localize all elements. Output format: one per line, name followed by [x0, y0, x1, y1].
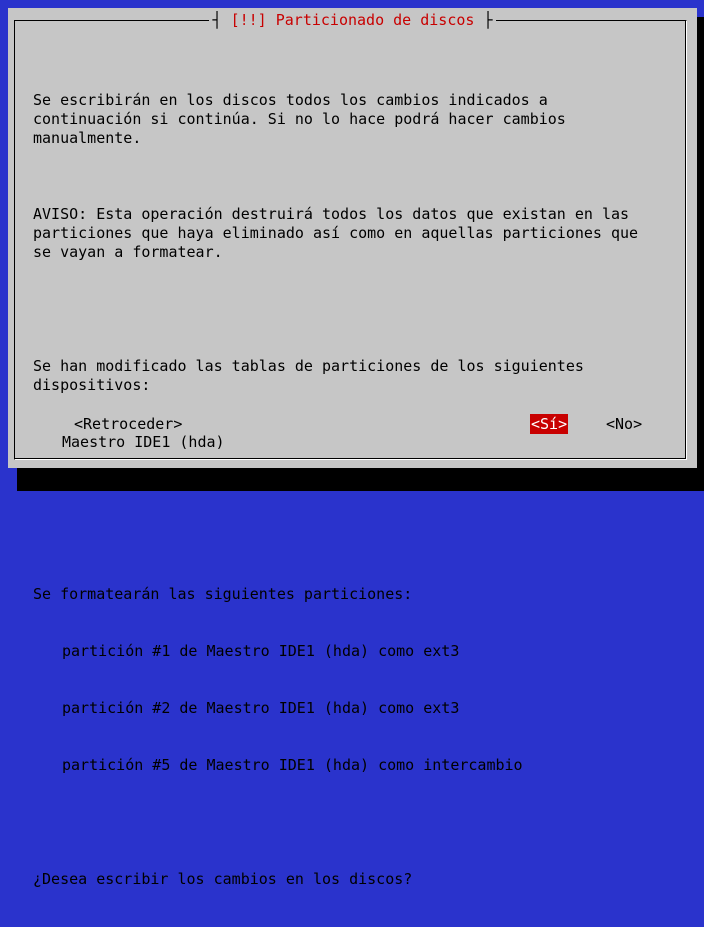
- partition-item: partición #2 de Maestro IDE1 (hda) como …: [62, 699, 460, 717]
- go-back-button[interactable]: <Retroceder>: [74, 414, 182, 434]
- partition-item: partición #1 de Maestro IDE1 (hda) como …: [62, 642, 460, 660]
- format-partitions-intro: Se formatearán las siguientes particione…: [33, 585, 413, 603]
- warning-paragraph: AVISO: Esta operación destruirá todos lo…: [33, 205, 639, 261]
- button-bar: <Retroceder> <Sí> <No>: [8, 414, 697, 434]
- modified-tables-section: Se han modificado las tablas de particio…: [33, 319, 683, 490]
- modified-tables-intro: Se han modificado las tablas de particio…: [33, 357, 584, 394]
- dialog-title-text: [!!] Particionado de discos: [230, 11, 475, 29]
- yes-button[interactable]: <Sí>: [530, 414, 569, 434]
- confirmation-question: ¿Desea escribir los cambios en los disco…: [33, 870, 413, 888]
- no-button[interactable]: <No>: [606, 414, 642, 434]
- dialog-body: Se escribirán en los discos todos los ca…: [33, 53, 683, 927]
- partition-item: partición #5 de Maestro IDE1 (hda) como …: [62, 756, 523, 774]
- format-partitions-section: Se formatearán las siguientes particione…: [33, 547, 683, 813]
- dialog-title: ┤ [!!] Particionado de discos ├: [208, 10, 497, 30]
- device-item: Maestro IDE1 (hda): [62, 433, 225, 451]
- installer-screen: ┤ [!!] Particionado de discos ├ Se escri…: [0, 0, 704, 888]
- intro-paragraph: Se escribirán en los discos todos los ca…: [33, 91, 566, 147]
- partition-dialog: ┤ [!!] Particionado de discos ├ Se escri…: [8, 8, 697, 888]
